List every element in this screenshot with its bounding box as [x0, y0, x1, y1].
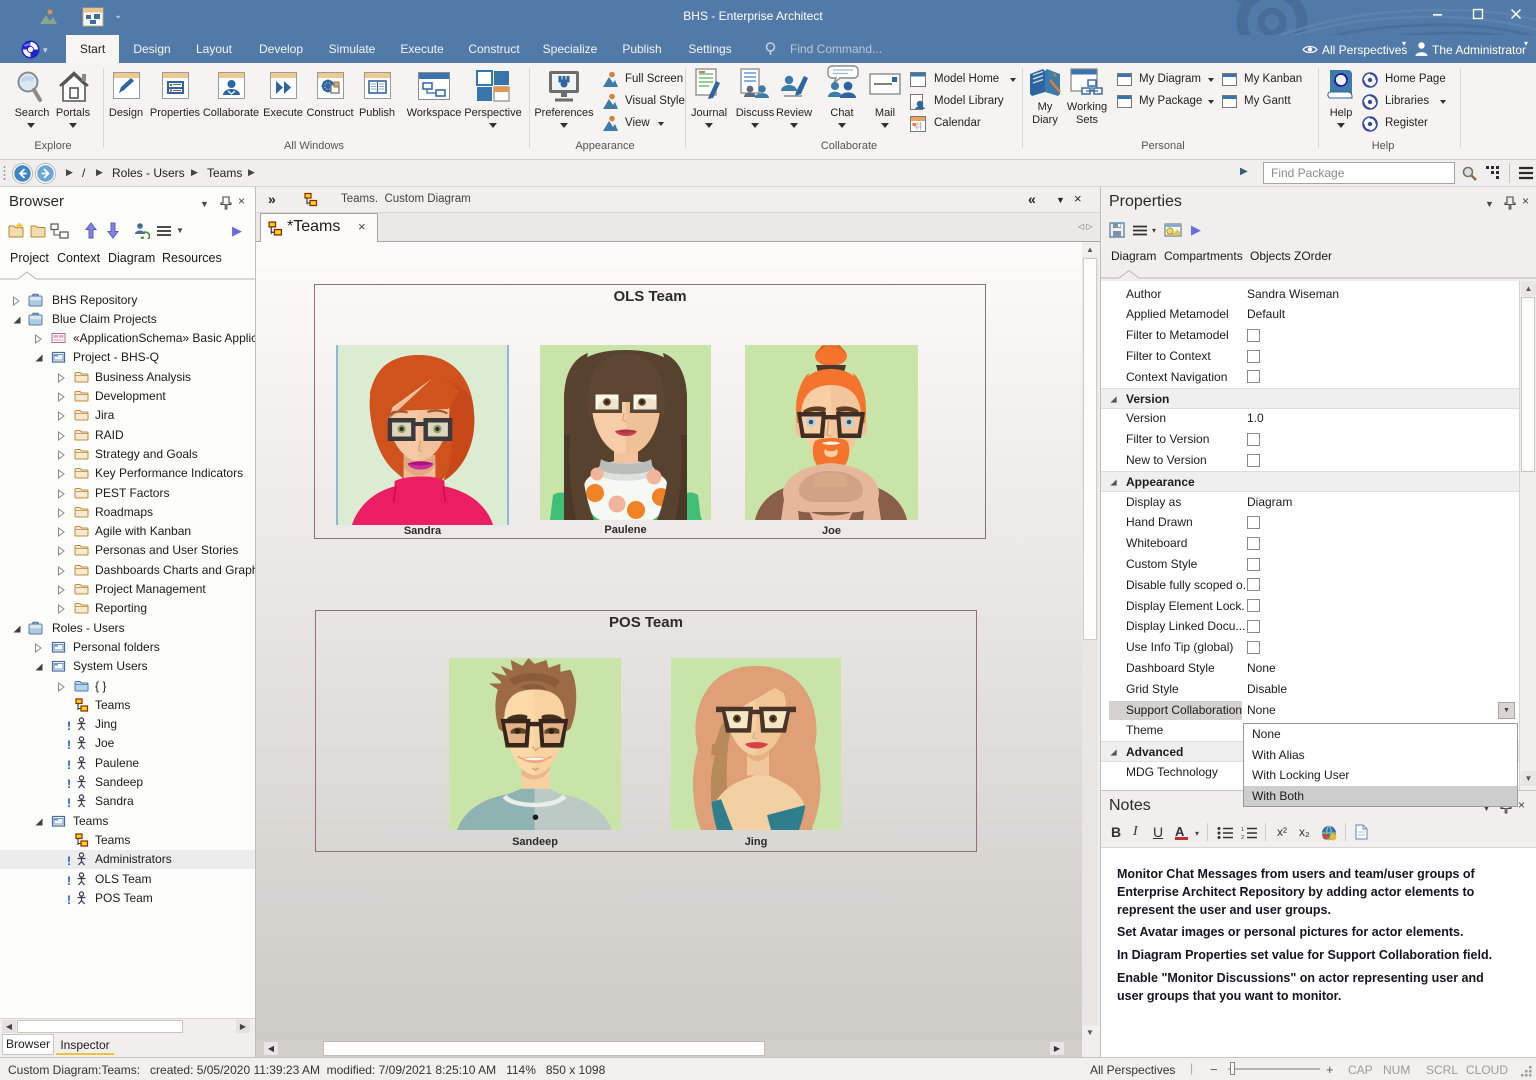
svg-text:2: 2 — [1241, 835, 1244, 840]
svg-text:1: 1 — [1241, 827, 1244, 833]
